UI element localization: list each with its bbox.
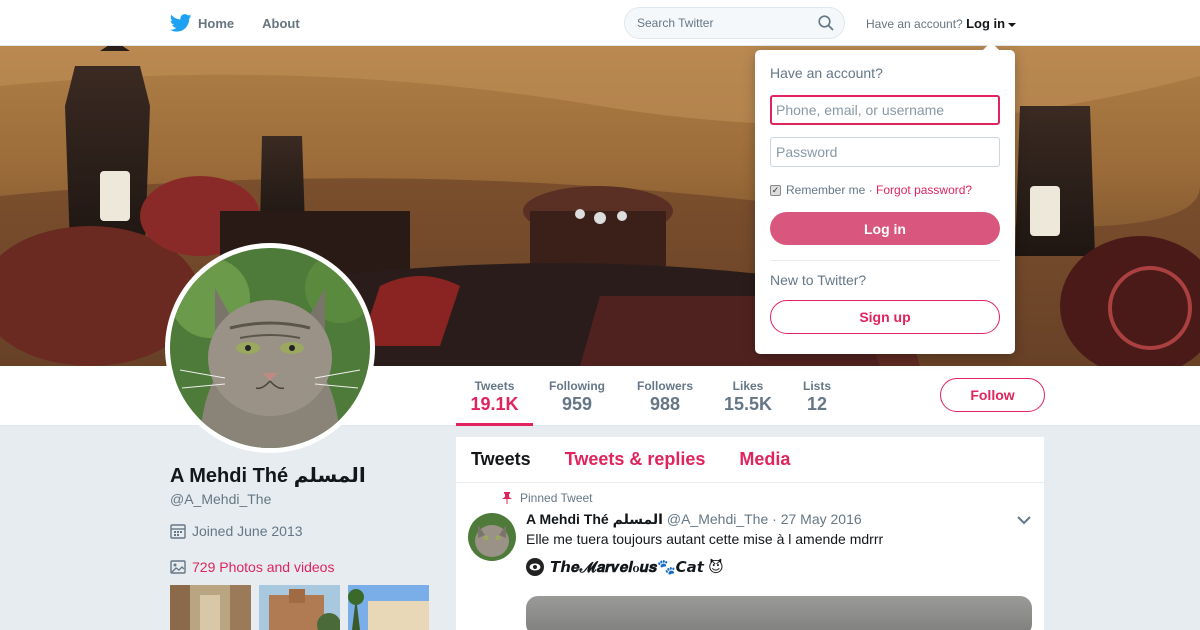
password-placeholder: Password bbox=[776, 144, 838, 160]
profile-handle[interactable]: @A_Mehdi_The bbox=[170, 491, 271, 507]
top-navigation-bar: Home About Search Twitter Have an accoun… bbox=[0, 0, 1200, 46]
pin-icon bbox=[502, 492, 512, 504]
stat-likes[interactable]: Likes 15.5K bbox=[718, 366, 778, 426]
username-input[interactable]: Phone, email, or username bbox=[770, 95, 1000, 125]
stat-lists-label: Lists bbox=[802, 379, 831, 393]
media-thumbnail[interactable] bbox=[348, 585, 429, 630]
login-button[interactable]: Log in bbox=[770, 212, 1000, 245]
nav-home[interactable]: Home bbox=[170, 14, 234, 32]
photo-icon bbox=[170, 560, 186, 574]
stat-likes-value: 15.5K bbox=[723, 394, 773, 414]
stat-followers-label: Followers bbox=[636, 379, 693, 393]
follow-button[interactable]: Follow bbox=[940, 378, 1045, 412]
joined-text: Joined June 2013 bbox=[192, 523, 303, 539]
login-dropdown: Have an account? Phone, email, or userna… bbox=[755, 42, 1015, 354]
chevron-down-icon[interactable] bbox=[1017, 515, 1031, 525]
calendar-icon bbox=[170, 524, 186, 539]
search-icon[interactable] bbox=[818, 15, 834, 31]
tab-tweets-replies[interactable]: Tweets & replies bbox=[565, 449, 706, 470]
password-input[interactable]: Password bbox=[770, 137, 1000, 167]
stat-lists[interactable]: Lists 12 bbox=[797, 366, 837, 426]
stat-likes-label: Likes bbox=[732, 379, 764, 393]
quoted-user[interactable]: 𝙏𝙝𝒆𝓜𝒂𝒓𝒗𝒆𝒍ℴ𝒖𝒔🐾𝘾𝙖𝙩 😈 bbox=[526, 558, 724, 576]
tab-tweets[interactable]: Tweets bbox=[471, 449, 531, 470]
login-link-label: Log in bbox=[966, 16, 1006, 31]
stat-tweets-value: 19.1K bbox=[470, 394, 519, 414]
stat-tweets-label: Tweets bbox=[474, 379, 515, 393]
forgot-password-link[interactable]: Forgot password? bbox=[876, 183, 972, 197]
pinned-tweet-indicator: Pinned Tweet bbox=[502, 491, 593, 505]
dropdown-divider bbox=[770, 260, 1000, 261]
remember-checkbox[interactable]: ✓ bbox=[770, 184, 781, 196]
photos-videos-label: 729 Photos and videos bbox=[192, 559, 335, 575]
search-placeholder: Search Twitter bbox=[637, 16, 714, 30]
have-account-text: Have an account? bbox=[866, 17, 963, 31]
nav-left: Home About bbox=[170, 0, 328, 46]
pinned-label: Pinned Tweet bbox=[520, 491, 593, 505]
nav-about-label: About bbox=[262, 15, 300, 31]
tweet-date[interactable]: · 27 May 2016 bbox=[772, 511, 862, 527]
remember-row: ✓ Remember me · Forgot password? bbox=[770, 183, 972, 197]
profile-name[interactable]: A Mehdi Thé المسلم bbox=[170, 463, 366, 488]
joined-date: Joined June 2013 bbox=[170, 523, 303, 539]
new-to-twitter-text: New to Twitter? bbox=[770, 272, 867, 288]
login-dropdown-toggle[interactable]: Have an account? Log in bbox=[866, 16, 1017, 31]
signup-button[interactable]: Sign up bbox=[770, 300, 1000, 334]
tweet-author-handle[interactable]: @A_Mehdi_The bbox=[667, 511, 768, 527]
photos-videos-link[interactable]: 729 Photos and videos bbox=[170, 559, 334, 575]
dropdown-caret bbox=[983, 42, 999, 50]
tweet-media[interactable] bbox=[526, 596, 1032, 630]
tweet-avatar[interactable] bbox=[468, 513, 516, 561]
tweet-header: A Mehdi Thé المسلم @A_Mehdi_The · 27 May… bbox=[526, 511, 862, 528]
cat-avatar-image bbox=[170, 248, 370, 448]
stat-followers[interactable]: Followers 988 bbox=[630, 366, 700, 426]
stat-following-label: Following bbox=[549, 379, 605, 393]
remember-separator: · bbox=[868, 183, 873, 197]
tweet-author-name[interactable]: A Mehdi Thé المسلم bbox=[526, 511, 663, 527]
media-thumbnail[interactable] bbox=[259, 585, 340, 630]
stat-followers-value: 988 bbox=[649, 394, 681, 414]
eye-icon bbox=[526, 558, 544, 576]
media-thumbnail[interactable] bbox=[170, 585, 251, 630]
stat-lists-value: 12 bbox=[806, 394, 828, 414]
tweet-text: Elle me tuera toujours autant cette mise… bbox=[526, 531, 884, 547]
timeline-tabs: Tweets Tweets & replies Media bbox=[456, 437, 1044, 483]
search-input[interactable]: Search Twitter bbox=[624, 7, 845, 39]
tab-media[interactable]: Media bbox=[739, 449, 790, 470]
remember-label[interactable]: Remember me bbox=[786, 183, 865, 197]
stat-following-value: 959 bbox=[561, 394, 593, 414]
profile-avatar[interactable] bbox=[165, 243, 375, 453]
caret-down-icon bbox=[1008, 23, 1017, 27]
timeline: Tweets Tweets & replies Media Pinned Twe… bbox=[456, 437, 1044, 630]
nav-home-label: Home bbox=[198, 15, 235, 31]
stat-following[interactable]: Following 959 bbox=[542, 366, 612, 426]
twitter-bird-icon bbox=[170, 14, 192, 32]
username-placeholder: Phone, email, or username bbox=[776, 102, 945, 118]
login-box-title: Have an account? bbox=[770, 65, 883, 81]
nav-about[interactable]: About bbox=[262, 16, 300, 31]
stat-tweets[interactable]: Tweets 19.1K bbox=[456, 366, 533, 426]
quoted-user-name: 𝙏𝙝𝒆𝓜𝒂𝒓𝒗𝒆𝒍ℴ𝒖𝒔🐾𝘾𝙖𝙩 😈 bbox=[550, 559, 724, 576]
